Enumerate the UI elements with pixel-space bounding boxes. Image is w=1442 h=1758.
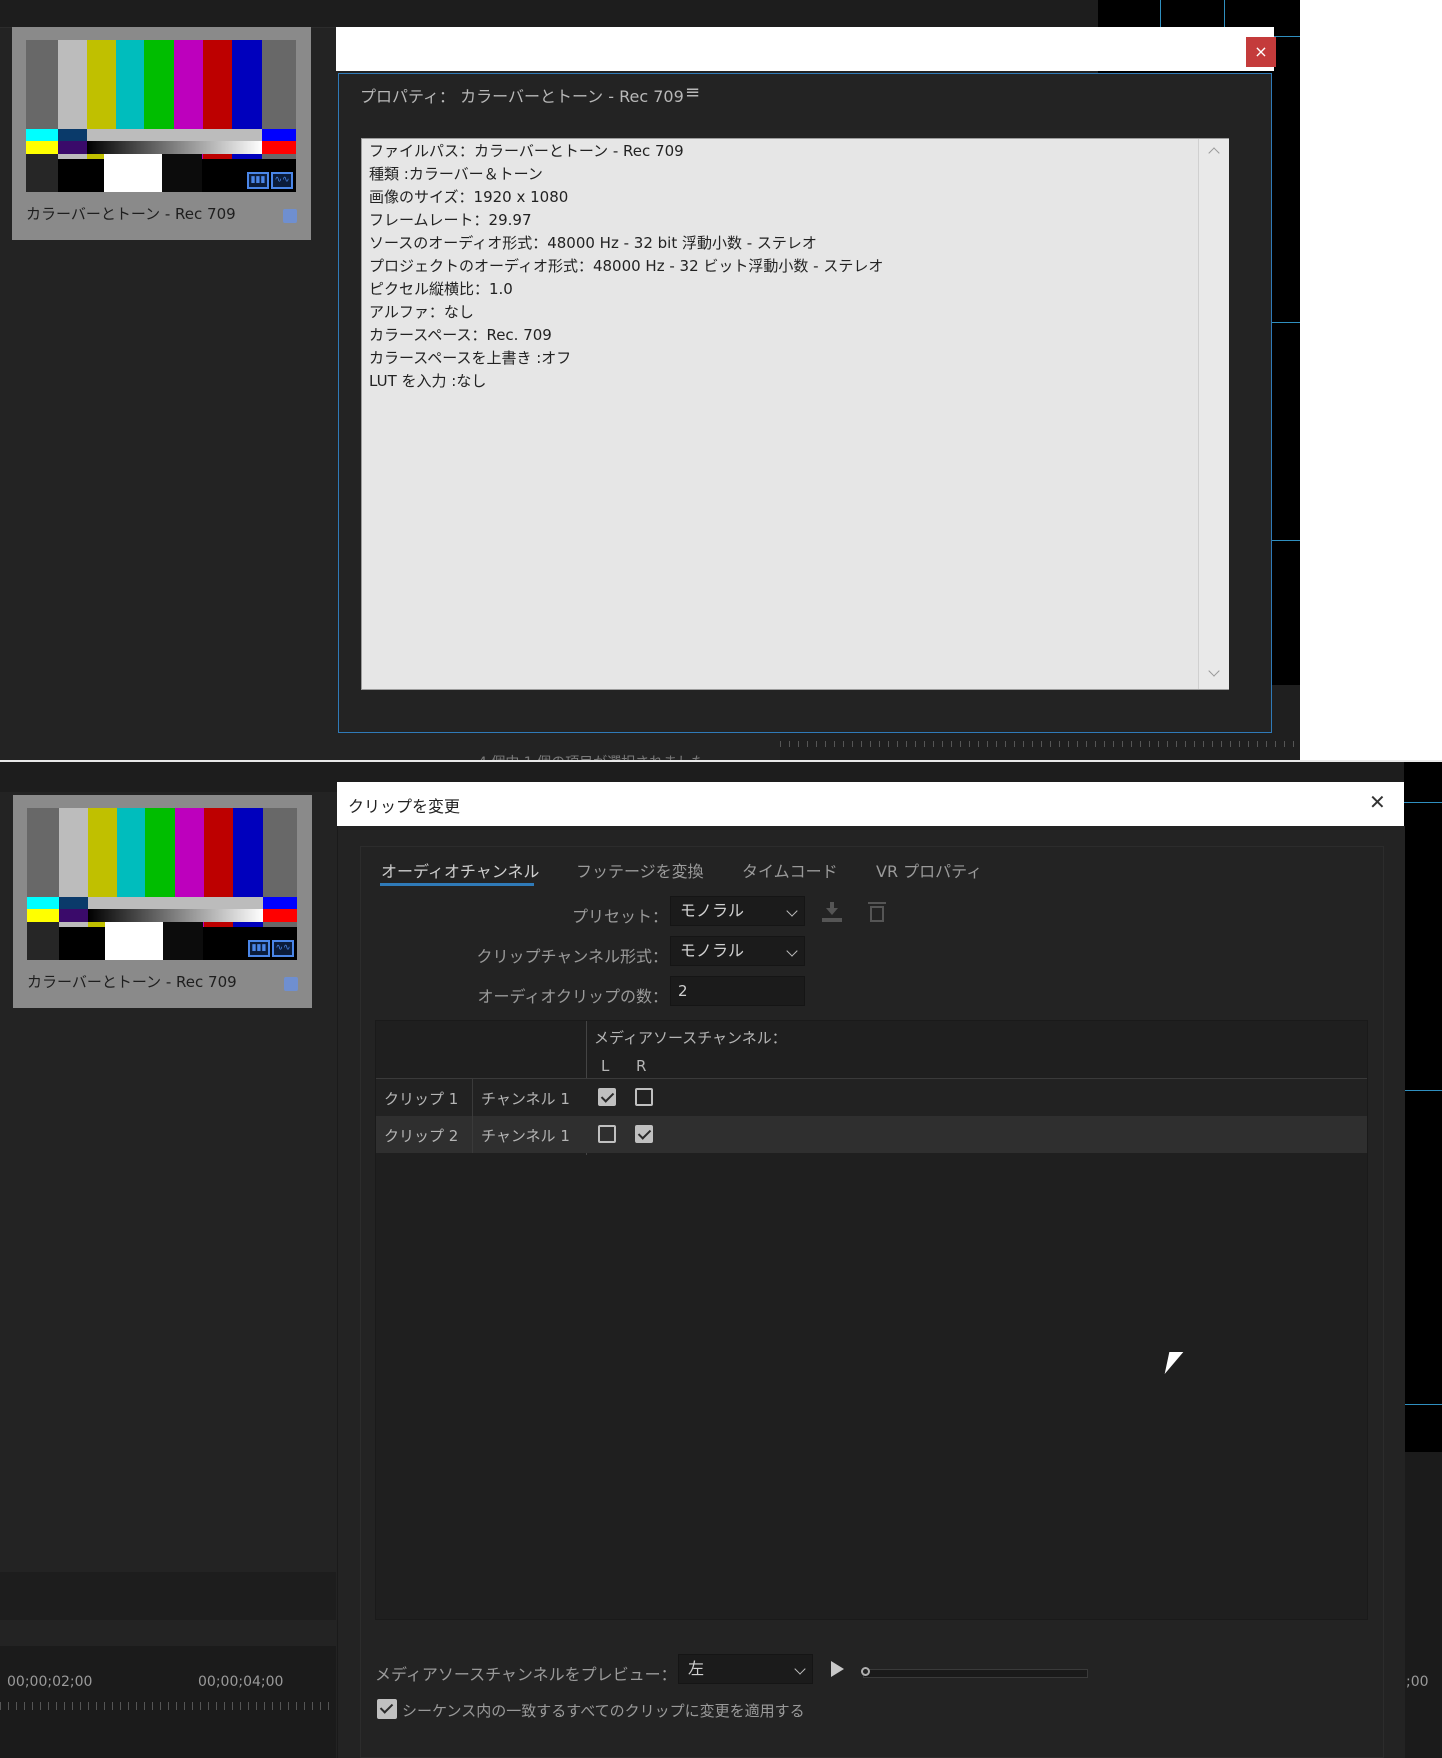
tab-audio-channels[interactable]: オーディオチャンネル (381, 858, 539, 882)
project-item-card[interactable]: ▮▮▮ ∿∿ カラーバーとトーン - Rec 709 (12, 27, 311, 240)
apply-to-matching-clips-checkbox[interactable] (377, 1699, 397, 1719)
dialog-title: クリップを変更 (348, 797, 461, 816)
label-color-swatch (283, 209, 297, 223)
tab-timecode[interactable]: タイムコード (742, 858, 838, 882)
panel-strip (0, 1572, 336, 1620)
preview-scrubber[interactable] (861, 1667, 1088, 1678)
guide-line (1404, 802, 1442, 803)
clip-channel-format-label: クリップチャンネル形式： (476, 947, 668, 966)
property-line: ピクセル縦横比：1.0 (369, 280, 513, 298)
top-screenshot: 4 個中 1 個の項目が選択されました ▮▮▮ ∿∿ カラーバ (0, 0, 1442, 771)
clip-name-cell: クリップ 2 (384, 1127, 459, 1145)
project-item-card[interactable]: ▮▮▮ ∿∿ カラーバーとトーン - Rec 709 (13, 795, 312, 1008)
row2-L-checkbox[interactable] (598, 1125, 616, 1143)
property-line: LUT を入力 :なし (369, 372, 487, 390)
clip-channel-format-dropdown[interactable]: モノラル (670, 936, 805, 966)
property-line: ソースのオーディオ形式：48000 Hz - 32 bit 浮動小数 - ステレ… (369, 234, 817, 252)
timeline-ruler-left: 00;00;02;00 00;00;04;00 (0, 1646, 336, 1758)
active-tab-underline (380, 883, 534, 886)
tab-vr-properties[interactable]: VR プロパティ (876, 858, 982, 882)
modify-clip-dialog-titlebar: クリップを変更 ✕ (337, 782, 1404, 826)
guide-line (1404, 1404, 1442, 1405)
row1-R-checkbox[interactable] (635, 1088, 653, 1106)
guide-line (1160, 0, 1161, 27)
video-track-icon: ▮▮▮ (247, 172, 269, 189)
clip-name-cell: クリップ 1 (384, 1090, 459, 1108)
property-line: アルファ：なし (369, 303, 474, 321)
scroll-down-icon[interactable] (1208, 665, 1220, 677)
timeline-ruler-right: ;00 (1404, 1452, 1442, 1758)
audio-clip-count-field[interactable]: 2 (670, 976, 805, 1006)
channel-grid: メディアソースチャンネル： L R クリップ 1 チャンネル 1 クリップ 2 … (375, 1020, 1368, 1620)
vertical-scrollbar[interactable] (1198, 139, 1229, 689)
column-R-header: R (636, 1057, 647, 1075)
media-source-channel-header: メディアソースチャンネル： (594, 1029, 787, 1047)
guide-line (1224, 0, 1225, 27)
row2-R-checkbox[interactable] (635, 1125, 653, 1143)
chevron-down-icon (786, 905, 798, 917)
audio-track-icon: ∿∿ (272, 940, 294, 957)
audio-track-icon: ∿∿ (271, 172, 293, 189)
clip-name-label: カラーバーとトーン - Rec 709 (26, 205, 236, 223)
properties-window-titlebar: × (336, 27, 1276, 71)
panel-menu-icon[interactable]: ≡ (685, 82, 700, 103)
preset-dropdown[interactable]: モノラル (670, 896, 805, 926)
property-line: カラースペースを上書き :オフ (369, 349, 572, 367)
timecode-label: 00;00;02;00 (7, 1674, 93, 1690)
color-bars-thumbnail (26, 40, 296, 192)
property-line: 種類 :カラーバー＆トーン (369, 165, 543, 183)
channel-cell: チャンネル 1 (481, 1127, 570, 1145)
tab-interpret-footage[interactable]: フッテージを変換 (576, 858, 704, 882)
close-button[interactable]: × (1246, 37, 1276, 67)
property-line: フレームレート：29.97 (369, 211, 532, 229)
property-line: プロジェクトのオーディオ形式：48000 Hz - 32 ビット浮動小数 - ス… (369, 257, 884, 275)
row1-L-checkbox[interactable] (598, 1088, 616, 1106)
column-L-header: L (601, 1057, 610, 1075)
preview-channel-dropdown[interactable]: 左 (678, 1654, 813, 1684)
property-line: 画像のサイズ：1920 x 1080 (369, 188, 569, 206)
properties-panel: プロパティ： カラーバーとトーン - Rec 709 ≡ ファイルパス：カラーバ… (338, 73, 1272, 733)
save-preset-icon[interactable] (820, 900, 844, 924)
clip-name-label: カラーバーとトーン - Rec 709 (27, 973, 237, 991)
clip-channel-format-value: モノラル (680, 941, 745, 960)
color-bars-thumbnail (27, 808, 297, 960)
video-track-icon: ▮▮▮ (248, 940, 270, 957)
chevron-down-icon (786, 945, 798, 957)
timecode-label: ;00 (1406, 1674, 1429, 1690)
scroll-up-icon[interactable] (1208, 147, 1220, 159)
bottom-screenshot: 00;00;02;00 00;00;04;00 ;00 ▮▮▮ ∿∿ カラーバー… (0, 762, 1442, 1758)
guide-line (1404, 1090, 1442, 1091)
apply-to-matching-clips-label: シーケンス内の一致するすべてのクリップに変更を適用する (402, 1702, 805, 1720)
preset-value: モノラル (680, 901, 745, 920)
preset-label: プリセット： (571, 907, 668, 926)
close-icon[interactable]: ✕ (1369, 790, 1386, 814)
play-icon[interactable] (831, 1661, 844, 1677)
delete-preset-icon[interactable] (868, 900, 886, 924)
preview-channel-label: メディアソースチャンネルをプレビュー： (375, 1665, 677, 1684)
scrubber-handle[interactable] (861, 1667, 870, 1676)
property-line: カラースペース：Rec. 709 (369, 326, 552, 344)
audio-clip-count-label: オーディオクリップの数： (477, 987, 668, 1006)
timecode-label: 00;00;04;00 (198, 1674, 284, 1690)
table-row[interactable]: クリップ 2 チャンネル 1 (376, 1116, 1367, 1153)
program-monitor-black (1404, 762, 1442, 1452)
label-color-swatch (284, 977, 298, 991)
channel-cell: チャンネル 1 (481, 1090, 570, 1108)
properties-panel-title: プロパティ： カラーバーとトーン - Rec 709 (360, 87, 684, 106)
properties-text-area[interactable]: ファイルパス：カラーバーとトーン - Rec 709 種類 :カラーバー＆トーン… (361, 138, 1229, 690)
modify-clip-dialog: オーディオチャンネル フッテージを変換 タイムコード VR プロパティ プリセッ… (337, 826, 1405, 1758)
preview-channel-value: 左 (688, 1659, 705, 1678)
blank-area (1300, 0, 1442, 760)
property-line: ファイルパス：カラーバーとトーン - Rec 709 (369, 142, 684, 160)
chevron-down-icon (794, 1663, 806, 1675)
table-row[interactable]: クリップ 1 チャンネル 1 (376, 1079, 1367, 1116)
